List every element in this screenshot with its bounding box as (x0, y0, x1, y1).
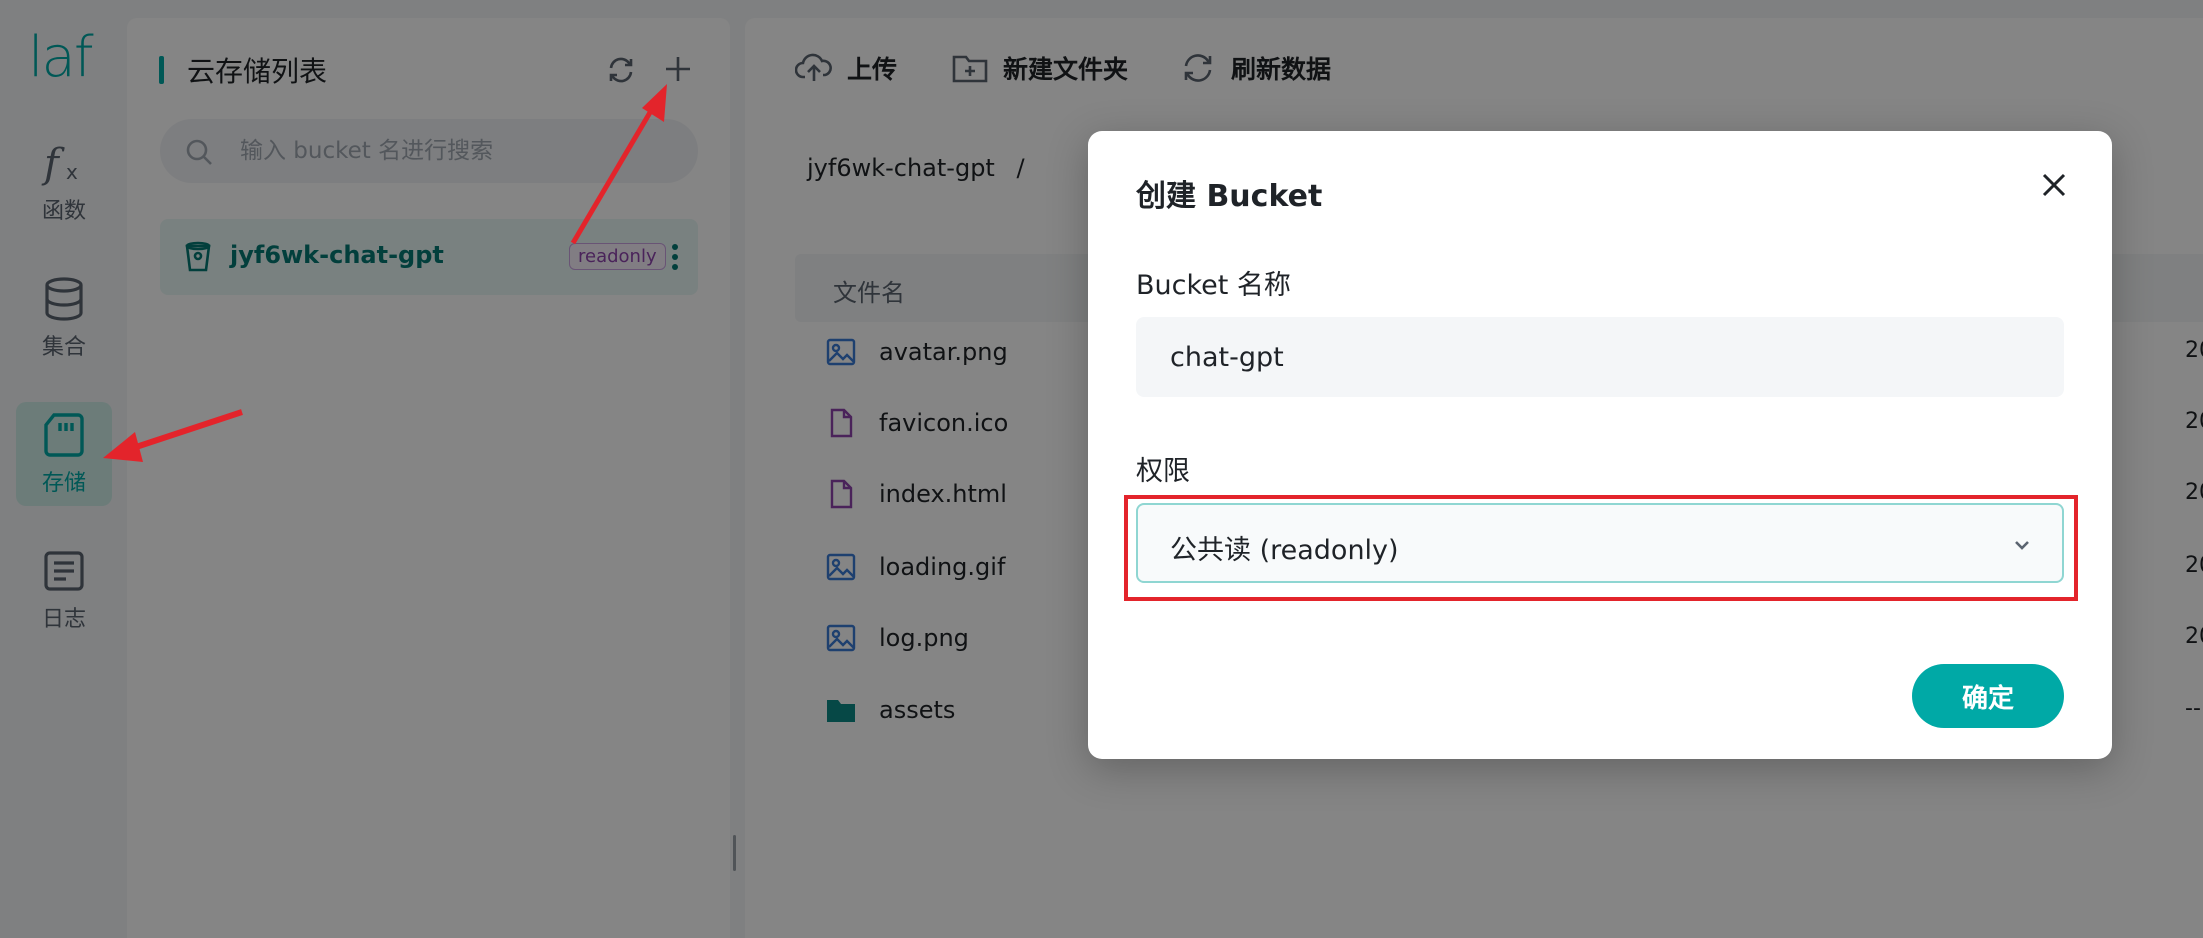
close-icon[interactable] (2036, 167, 2072, 203)
permission-label: 权限 (1136, 456, 1190, 487)
dialog-title: 创建 Bucket (1136, 179, 1323, 214)
annotation-highlight-box (1124, 495, 2078, 601)
confirm-button[interactable]: 确定 (1912, 664, 2064, 728)
bucket-name-input[interactable] (1136, 317, 2064, 397)
create-bucket-dialog: 创建 Bucket Bucket 名称 权限 公共读 (readonly) 确定 (1088, 131, 2112, 759)
bucket-name-label: Bucket 名称 (1136, 270, 1291, 301)
